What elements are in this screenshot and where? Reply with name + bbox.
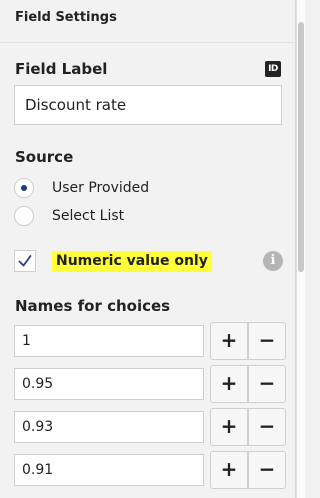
choices-heading: Names for choices	[15, 297, 171, 315]
choice-input[interactable]: 0.93	[14, 411, 204, 443]
remove-choice-button[interactable]: −	[248, 408, 286, 446]
numeric-only-label[interactable]: Numeric value only	[52, 251, 212, 272]
choice-row: 1 + −	[14, 322, 290, 360]
field-label-heading: Field Label	[15, 60, 108, 78]
remove-choice-button[interactable]: −	[248, 365, 286, 403]
radio-label-select-list: Select List	[52, 208, 125, 224]
checkmark-icon	[18, 255, 32, 267]
radio-user-provided[interactable]: User Provided	[14, 177, 149, 199]
add-choice-button[interactable]: +	[210, 365, 248, 403]
choice-input[interactable]: 1	[14, 325, 204, 357]
radio-label-user-provided: User Provided	[52, 180, 150, 196]
field-settings-panel: Field Settings Field Label ID Discount r…	[0, 0, 296, 498]
scrollbar-thumb[interactable]	[298, 22, 304, 272]
choice-row: 0.93 + −	[14, 408, 290, 446]
id-icon[interactable]: ID	[265, 61, 281, 77]
remove-choice-button[interactable]: −	[248, 322, 286, 360]
field-label-input[interactable]: Discount rate	[14, 85, 282, 125]
scrollbar[interactable]	[296, 0, 305, 498]
choice-row: 0.95 + −	[14, 365, 290, 403]
add-choice-button[interactable]: +	[210, 322, 248, 360]
radio-select-list[interactable]: Select List	[14, 205, 124, 227]
add-choice-button[interactable]: +	[210, 408, 248, 446]
numeric-only-checkbox[interactable]	[14, 250, 36, 272]
info-icon[interactable]: i	[263, 251, 283, 271]
panel-title: Field Settings	[15, 10, 117, 25]
radio-button[interactable]	[14, 206, 34, 226]
add-choice-button[interactable]: +	[210, 451, 248, 489]
source-heading: Source	[15, 148, 74, 166]
remove-choice-button[interactable]: −	[248, 451, 286, 489]
radio-button-selected[interactable]	[14, 178, 34, 198]
title-divider	[0, 42, 296, 43]
choice-input[interactable]: 0.95	[14, 368, 204, 400]
choice-input[interactable]: 0.91	[14, 454, 204, 486]
choice-row: 0.91 + −	[14, 451, 290, 489]
